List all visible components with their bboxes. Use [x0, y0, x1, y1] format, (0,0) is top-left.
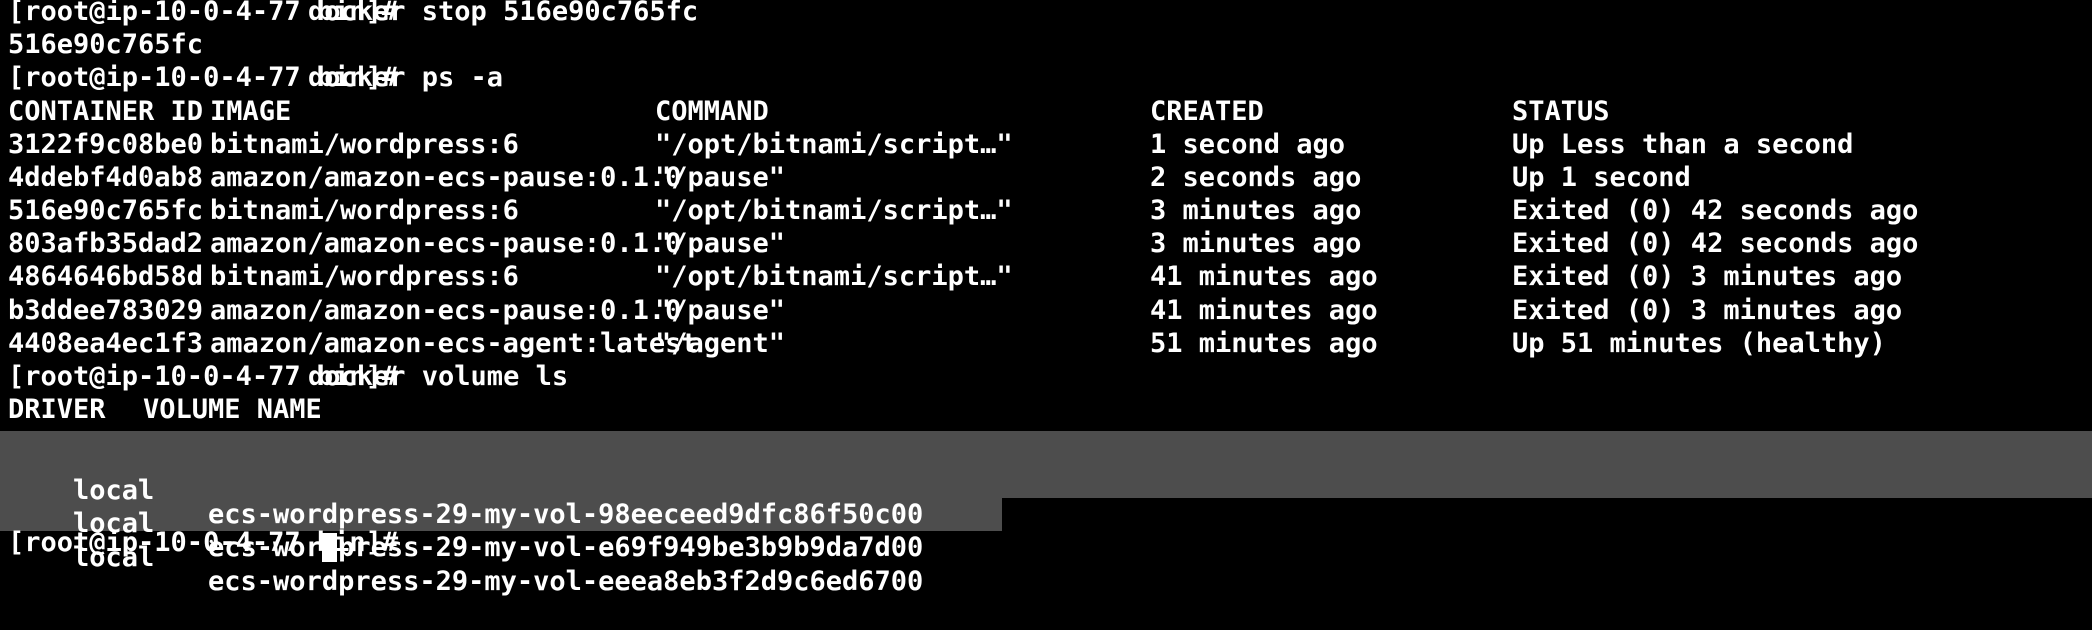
ps-table-header-row: CONTAINER ID IMAGE COMMAND CREATED STATU… — [0, 95, 2092, 133]
volume-cell-name: ecs-wordpress-29-my-vol-98eeceed9dfc86f5… — [208, 499, 924, 531]
command-docker-stop: docker stop 516e90c765fc — [308, 0, 699, 27]
volume-table-row[interactable]: local ecs-wordpress-29-my-vol-98eeceed9d… — [0, 431, 2092, 528]
ps-cell-command: "/pause" — [655, 294, 786, 326]
ps-cell-container-id: 4408ea4ec1f3 — [8, 327, 204, 359]
ps-header-created: CREATED — [1150, 95, 1264, 127]
terminal-line-command-ps: [root@ip-10-0-4-77 bin]# docker ps -a — [0, 62, 2092, 99]
ps-cell-image: bitnami/wordpress:6 — [210, 128, 519, 160]
volume-cell-driver: local — [73, 475, 155, 507]
ps-cell-status: Exited (0) 42 seconds ago — [1512, 228, 1919, 260]
stop-output-container-id: 516e90c765fc — [8, 29, 204, 61]
ps-table-row: 516e90c765fc bitnami/wordpress:6 "/opt/b… — [0, 195, 2092, 232]
ps-header-container-id: CONTAINER ID — [8, 95, 204, 127]
ps-cell-status: Up Less than a second — [1512, 128, 1854, 160]
volume-table-header-row: DRIVER VOLUME NAME — [0, 394, 2092, 431]
ps-table-row: 3122f9c08be0 bitnami/wordpress:6 "/opt/b… — [0, 128, 2092, 166]
volume-table-row[interactable]: local ecs-wordpress-29-my-vol-e69f949be3… — [0, 464, 2092, 561]
ps-cell-created: 41 minutes ago — [1150, 294, 1378, 326]
ps-cell-status: Up 51 minutes (healthy) — [1512, 327, 1886, 359]
volume-cell-name: ecs-wordpress-29-my-vol-e69f949be3b9b9da… — [208, 532, 924, 564]
volume-cell-name: ecs-wordpress-29-my-vol-eeea8eb3f2d9c6ed… — [208, 565, 924, 597]
command-docker-volume-ls: docker volume ls — [308, 360, 569, 392]
ps-cell-created: 41 minutes ago — [1150, 261, 1378, 293]
selection-highlight — [0, 431, 2092, 465]
ps-table-row: 4408ea4ec1f3 amazon/amazon-ecs-agent:lat… — [0, 327, 2092, 365]
ps-cell-image: amazon/amazon-ecs-agent:latest — [210, 327, 698, 359]
ps-cell-created: 51 minutes ago — [1150, 327, 1378, 359]
ps-cell-status: Exited (0) 3 minutes ago — [1512, 261, 1903, 293]
ps-cell-image: bitnami/wordpress:6 — [210, 195, 519, 227]
ps-table-row: 4864646bd58d bitnami/wordpress:6 "/opt/b… — [0, 261, 2092, 298]
ps-cell-status: Exited (0) 42 seconds ago — [1512, 195, 1919, 227]
ps-cell-status: Up 1 second — [1512, 161, 1691, 193]
ps-cell-created: 3 minutes ago — [1150, 195, 1362, 227]
ps-table-row: b3ddee783029 amazon/amazon-ecs-pause:0.1… — [0, 294, 2092, 332]
ps-cell-container-id: 4864646bd58d — [8, 261, 204, 293]
ps-header-command: COMMAND — [655, 95, 769, 127]
volume-header-name: VOLUME NAME — [143, 394, 322, 426]
ps-cell-container-id: 3122f9c08be0 — [8, 128, 204, 160]
ps-cell-image: amazon/amazon-ecs-pause:0.1.0 — [210, 161, 682, 193]
ps-cell-container-id: b3ddee783029 — [8, 294, 204, 326]
ps-cell-image: amazon/amazon-ecs-pause:0.1.0 — [210, 294, 682, 326]
ps-cell-image: amazon/amazon-ecs-pause:0.1.0 — [210, 228, 682, 260]
ps-cell-container-id: 516e90c765fc — [8, 195, 204, 227]
ps-cell-created: 1 second ago — [1150, 128, 1346, 160]
volume-header-driver: DRIVER — [8, 394, 106, 426]
ps-cell-created: 2 seconds ago — [1150, 161, 1362, 193]
ps-cell-image: bitnami/wordpress:6 — [210, 261, 519, 293]
ps-cell-command: "/agent" — [655, 327, 786, 359]
ps-cell-command: "/opt/bitnami/script…" — [655, 128, 1013, 160]
ps-cell-command: "/opt/bitnami/script…" — [655, 261, 1013, 293]
selection-highlight — [0, 464, 2092, 498]
ps-cell-container-id: 4ddebf4d0ab8 — [8, 161, 204, 193]
ps-cell-created: 3 minutes ago — [1150, 228, 1362, 260]
terminal-line-command-stop: [root@ip-10-0-4-77 bin]# docker stop 516… — [0, 0, 2092, 33]
ps-cell-command: "/pause" — [655, 161, 786, 193]
ps-cell-command: "/pause" — [655, 228, 786, 260]
ps-header-status: STATUS — [1512, 95, 1610, 127]
ps-cell-container-id: 803afb35dad2 — [8, 228, 204, 260]
volume-cell-driver: local — [73, 541, 155, 573]
terminal-window[interactable]: [root@ip-10-0-4-77 bin]# docker stop 516… — [0, 0, 2092, 595]
ps-cell-status: Exited (0) 3 minutes ago — [1512, 294, 1903, 326]
volume-cell-driver: local — [73, 508, 155, 540]
ps-header-image: IMAGE — [210, 95, 292, 127]
ps-cell-command: "/opt/bitnami/script…" — [655, 195, 1013, 227]
command-docker-ps: docker ps -a — [308, 62, 504, 94]
